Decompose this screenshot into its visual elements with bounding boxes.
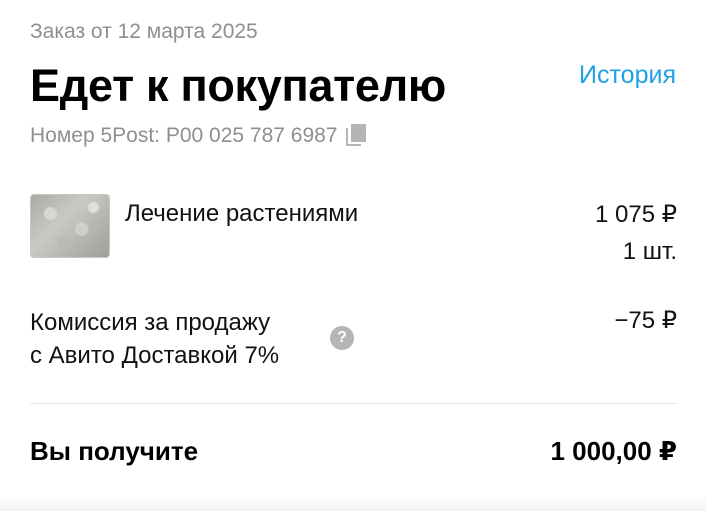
commission-label-line2: с Авито Доставкой 7% [30,342,280,369]
order-status-title: Едет к покупателю [30,60,446,111]
tracking-number-row: Номер 5Post: P00 025 787 6987 [30,124,368,148]
copy-icon[interactable] [345,124,368,148]
help-icon[interactable]: ? [330,326,354,350]
item-price: 1 075 ₽ [595,201,677,228]
history-link[interactable]: История [579,61,676,90]
commission-amount: −75 ₽ [614,307,677,334]
order-item[interactable]: Лечение растениями 1 075 ₽ 1 шт. [30,194,677,274]
payout-label: Вы получите [30,436,199,466]
bottom-band [0,495,706,511]
item-thumbnail [30,194,110,258]
divider [30,403,677,404]
commission-row: Комиссия за продажу с Авито Доставкой 7%… [30,306,677,376]
item-quantity: 1 шт. [622,238,677,265]
commission-label: Комиссия за продажу с Авито Доставкой 7% [30,306,279,372]
payout-row: Вы получите 1 000,00 ₽ [30,436,677,472]
commission-label-line1: Комиссия за продажу [30,309,271,336]
item-name: Лечение растениями [125,200,359,227]
tracking-number: Номер 5Post: P00 025 787 6987 [30,124,338,147]
payout-amount: 1 000,00 ₽ [550,436,677,466]
order-date: Заказ от 12 марта 2025 [30,20,258,43]
